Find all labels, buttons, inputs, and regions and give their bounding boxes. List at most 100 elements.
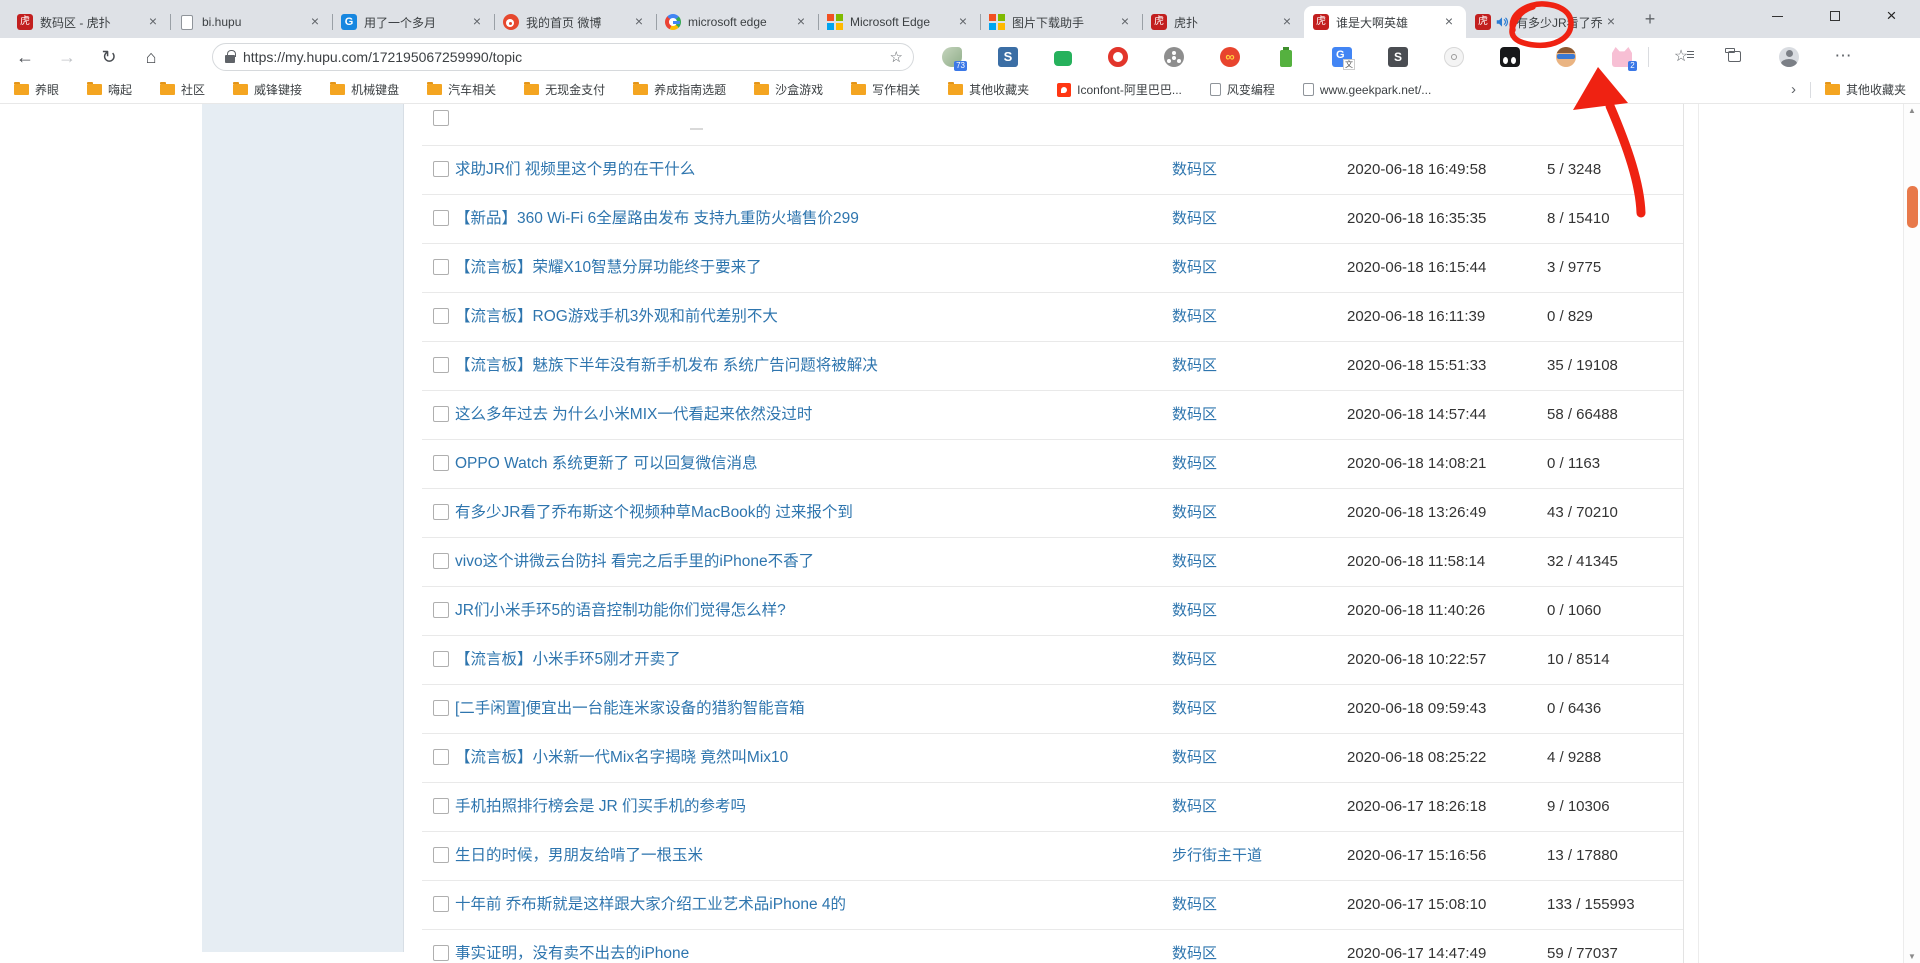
back-button[interactable] xyxy=(8,42,42,72)
extension-face-icon[interactable] xyxy=(1556,47,1576,67)
bookmark-item[interactable]: 养成指南选题 xyxy=(633,81,726,98)
row-checkbox[interactable] xyxy=(433,455,449,471)
minimize-button[interactable] xyxy=(1749,0,1806,32)
browser-tab[interactable]: 我的首页 微博 xyxy=(494,6,656,38)
scroll-up-icon[interactable] xyxy=(1904,106,1920,115)
extension-translate-icon[interactable] xyxy=(1332,47,1355,70)
topic-title-link[interactable]: 事实证明，没有卖不出去的iPhone xyxy=(455,930,689,963)
topic-category-link[interactable]: 数码区 xyxy=(1172,293,1217,341)
address-bar[interactable]: https://my.hupu.com/172195067259990/topi… xyxy=(212,43,914,71)
topic-title-link[interactable]: 【流言板】小米新一代Mix名字揭晓 竟然叫Mix10 xyxy=(455,734,788,782)
scrollbar-thumb[interactable] xyxy=(1907,186,1918,228)
topic-category-link[interactable]: 数码区 xyxy=(1172,734,1217,782)
row-checkbox[interactable] xyxy=(433,406,449,422)
favorites-icon[interactable] xyxy=(1671,47,1694,67)
extension-disc-icon[interactable] xyxy=(1444,47,1464,67)
row-checkbox[interactable] xyxy=(433,896,449,912)
topic-title-link[interactable]: 【新品】360 Wi-Fi 6全屋路由发布 支持九重防火墙售价299 xyxy=(455,195,859,243)
tab-close-icon[interactable] xyxy=(307,14,323,30)
row-checkbox[interactable] xyxy=(433,602,449,618)
extension-reel-icon[interactable] xyxy=(1164,47,1184,67)
browser-tab[interactable]: 虎扑 xyxy=(1142,6,1304,38)
tab-close-icon[interactable] xyxy=(793,14,809,30)
extension-s-dark-icon[interactable] xyxy=(1388,47,1408,67)
topic-title-link[interactable]: 【流言板】荣耀X10智慧分屏功能终于要来了 xyxy=(455,244,762,292)
topic-category-link[interactable]: 数码区 xyxy=(1172,489,1217,537)
row-checkbox[interactable] xyxy=(433,308,449,324)
extension-ring-red-icon[interactable] xyxy=(1108,47,1128,67)
browser-tab[interactable]: microsoft edge xyxy=(656,6,818,38)
topic-category-link[interactable]: 数码区 xyxy=(1172,440,1217,488)
extension-s-blue-icon[interactable] xyxy=(998,47,1018,67)
extension-infinity-icon[interactable] xyxy=(1220,47,1240,67)
bookmark-item[interactable]: 无现金支付 xyxy=(524,81,605,98)
forward-button[interactable] xyxy=(50,42,84,72)
topic-category-link[interactable]: 数码区 xyxy=(1172,783,1217,831)
bookmark-item[interactable]: 嗨起 xyxy=(87,81,132,98)
tab-close-icon[interactable] xyxy=(631,14,647,30)
extension-chat-icon[interactable] xyxy=(1054,50,1072,66)
topic-title-link[interactable]: 十年前 乔布斯就是这样跟大家介绍工业艺术品iPhone 4的 xyxy=(455,881,846,929)
row-checkbox[interactable] xyxy=(433,700,449,716)
topic-title-link[interactable]: vivo这个讲微云台防抖 看完之后手里的iPhone不香了 xyxy=(455,538,814,586)
bookmark-item[interactable]: 机械键盘 xyxy=(330,81,399,98)
topic-category-link[interactable]: 数码区 xyxy=(1172,244,1217,292)
extension-battery-icon[interactable] xyxy=(1280,46,1292,67)
bookmark-item[interactable]: www.geekpark.net/... xyxy=(1302,83,1431,97)
refresh-button[interactable] xyxy=(92,42,126,72)
row-checkbox[interactable] xyxy=(433,945,449,961)
topic-title-link[interactable]: 【流言板】魅族下半年没有新手机发布 系统广告问题将被解决 xyxy=(455,342,878,390)
browser-tab[interactable]: 数码区 - 虎扑 xyxy=(8,6,170,38)
row-checkbox[interactable] xyxy=(433,357,449,373)
row-checkbox[interactable] xyxy=(433,798,449,814)
browser-tab[interactable]: 谁是大啊英雄 xyxy=(1304,6,1466,38)
row-checkbox[interactable] xyxy=(433,749,449,765)
topic-category-link[interactable]: 数码区 xyxy=(1172,636,1217,684)
bookmarks-overflow-chevron[interactable] xyxy=(1791,81,1796,98)
tab-close-icon[interactable] xyxy=(1603,14,1619,30)
extension-mask-icon[interactable] xyxy=(1500,47,1520,67)
home-button[interactable] xyxy=(134,42,168,72)
browser-tab[interactable]: Microsoft Edge xyxy=(818,6,980,38)
bookmark-item[interactable]: 写作相关 xyxy=(851,81,920,98)
bookmark-item[interactable]: 风变编程 xyxy=(1209,81,1275,98)
row-checkbox[interactable] xyxy=(433,110,449,126)
tab-audio-icon[interactable] xyxy=(1495,15,1509,29)
browser-tab[interactable]: 图片下载助手 xyxy=(980,6,1142,38)
profile-avatar[interactable] xyxy=(1779,47,1799,67)
more-menu-icon[interactable] xyxy=(1833,47,1853,67)
topic-title-link[interactable]: JR们小米手环5的语音控制功能你们觉得怎么样? xyxy=(455,587,786,635)
topic-category-link[interactable]: 数码区 xyxy=(1172,538,1217,586)
topic-title-link[interactable]: OPPO Watch 系统更新了 可以回复微信消息 xyxy=(455,440,758,488)
new-tab-button[interactable] xyxy=(1636,6,1664,34)
topic-category-link[interactable]: 数码区 xyxy=(1172,587,1217,635)
bookmark-item[interactable]: 其他收藏夹 xyxy=(948,81,1029,98)
tab-close-icon[interactable] xyxy=(955,14,971,30)
browser-tab[interactable]: 有多少JR看了乔布斯这个视频 xyxy=(1466,6,1628,38)
bookmark-star-icon[interactable] xyxy=(890,48,903,66)
bookmark-item[interactable]: Iconfont-阿里巴巴... xyxy=(1057,81,1182,98)
extension-cat-icon[interactable]: 2 xyxy=(1612,47,1637,71)
browser-tab[interactable]: bi.hupu xyxy=(170,6,332,38)
topic-title-link[interactable]: 求助JR们 视频里这个男的在干什么 xyxy=(455,146,695,194)
url-text[interactable]: https://my.hupu.com/172195067259990/topi… xyxy=(243,49,890,65)
topic-title-link[interactable]: 这么多年过去 为什么小米MIX一代看起来依然没过时 xyxy=(455,391,812,439)
tab-close-icon[interactable] xyxy=(1117,14,1133,30)
topic-category-link[interactable]: 数码区 xyxy=(1172,195,1217,243)
row-checkbox[interactable] xyxy=(433,553,449,569)
page-scrollbar[interactable] xyxy=(1903,104,1920,963)
tab-close-icon[interactable] xyxy=(469,14,485,30)
tab-close-icon[interactable] xyxy=(145,14,161,30)
tab-close-icon[interactable] xyxy=(1441,14,1457,30)
topic-title-link[interactable]: [二手闲置]便宜出一台能连米家设备的猎豹智能音箱 xyxy=(455,685,805,733)
browser-tab[interactable]: 用了一个多月 xyxy=(332,6,494,38)
topic-category-link[interactable]: 数码区 xyxy=(1172,881,1217,929)
maximize-button[interactable] xyxy=(1806,0,1863,32)
row-checkbox[interactable] xyxy=(433,161,449,177)
other-bookmarks-folder[interactable]: 其他收藏夹 xyxy=(1824,81,1906,98)
bookmark-item[interactable]: 养眼 xyxy=(14,81,59,98)
topic-title-link[interactable]: 生日的时候，男朋友给啃了一根玉米 xyxy=(455,832,703,880)
bookmark-item[interactable]: 威锋键接 xyxy=(233,81,302,98)
topic-category-link[interactable]: 数码区 xyxy=(1172,930,1217,963)
collections-icon[interactable] xyxy=(1725,47,1745,67)
